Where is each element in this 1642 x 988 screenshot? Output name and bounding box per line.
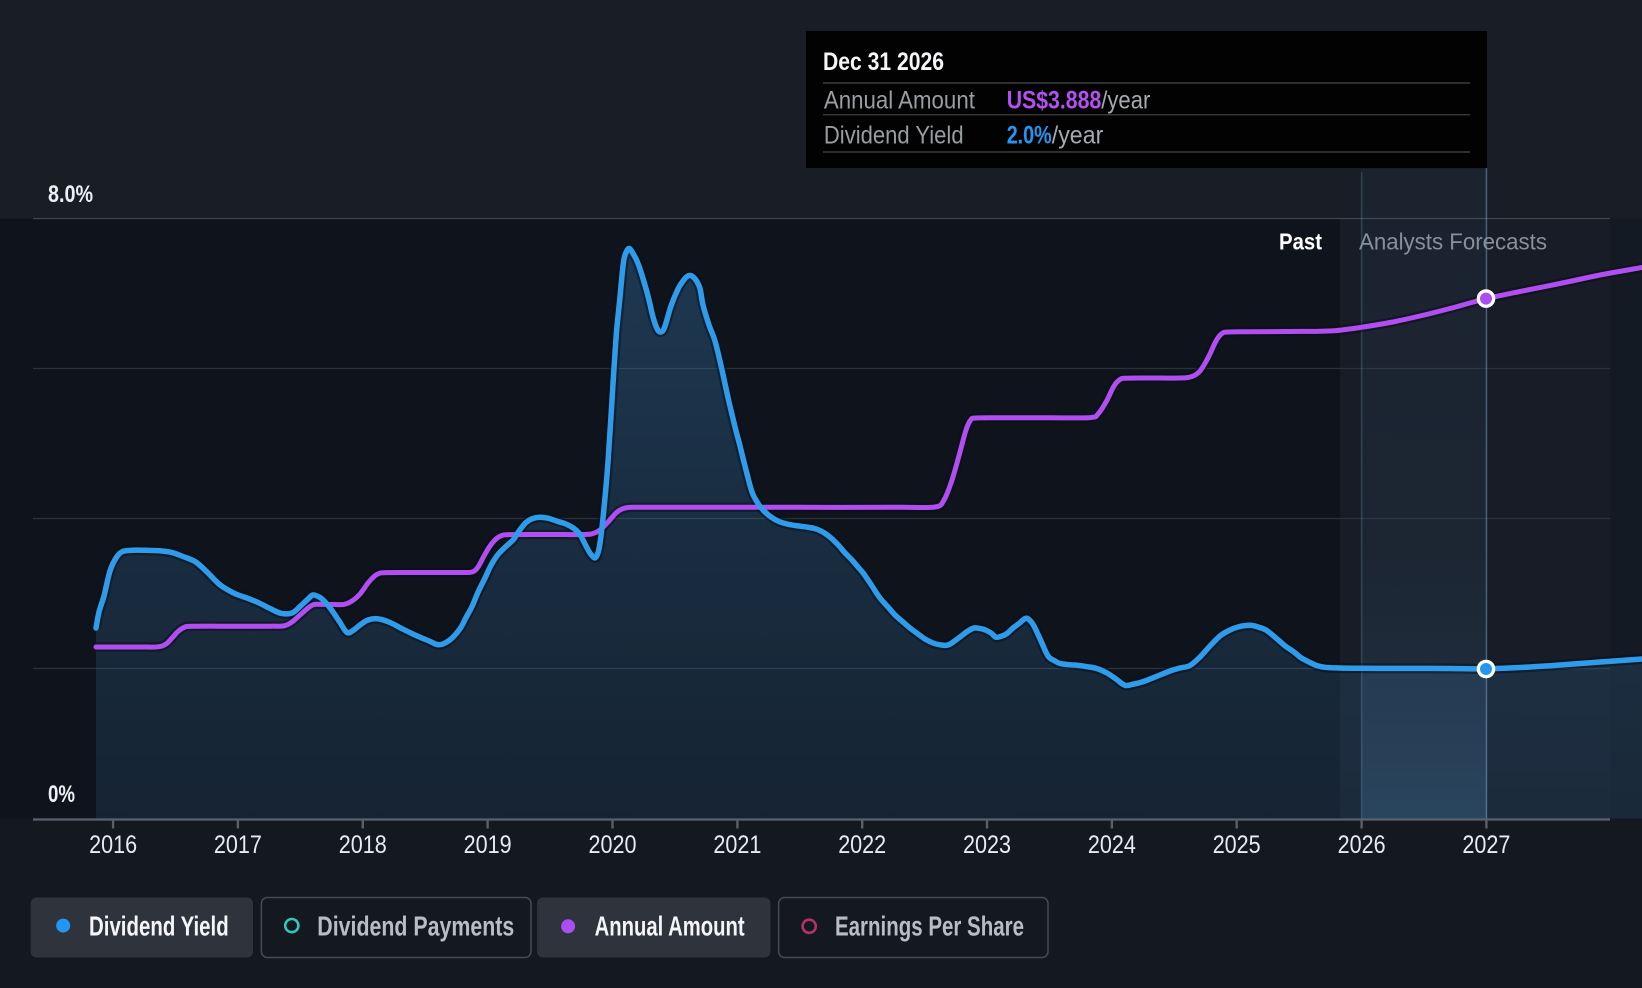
svg-text:2022: 2022 [838,831,886,859]
svg-text:Earnings Per Share: Earnings Per Share [835,911,1024,942]
svg-text:/year: /year [1052,122,1104,150]
svg-text:2026: 2026 [1338,831,1386,859]
svg-text:2019: 2019 [464,831,512,859]
svg-text:2023: 2023 [963,831,1011,859]
svg-text:Past: Past [1279,229,1322,255]
svg-text:US$3.888: US$3.888 [1007,87,1102,115]
svg-text:2.0%: 2.0% [1007,122,1052,150]
svg-text:Annual Amount: Annual Amount [595,911,745,942]
svg-text:Dividend Payments: Dividend Payments [317,911,514,942]
svg-text:2025: 2025 [1213,831,1261,859]
svg-text:2021: 2021 [713,831,761,859]
svg-text:2016: 2016 [89,831,137,859]
svg-text:Dividend Yield: Dividend Yield [89,911,229,942]
svg-text:2024: 2024 [1088,831,1136,859]
svg-text:Annual Amount: Annual Amount [824,87,975,115]
svg-text:2020: 2020 [589,831,637,859]
svg-text:8.0%: 8.0% [48,181,93,208]
svg-text:Dividend Yield: Dividend Yield [824,122,964,150]
svg-text:/year: /year [1101,87,1150,115]
svg-text:2017: 2017 [214,831,262,859]
svg-text:Analysts Forecasts: Analysts Forecasts [1359,229,1547,255]
svg-text:2018: 2018 [339,831,387,859]
svg-text:Dec 31 2026: Dec 31 2026 [823,48,944,76]
svg-text:2027: 2027 [1462,831,1510,859]
svg-text:0%: 0% [48,781,75,808]
